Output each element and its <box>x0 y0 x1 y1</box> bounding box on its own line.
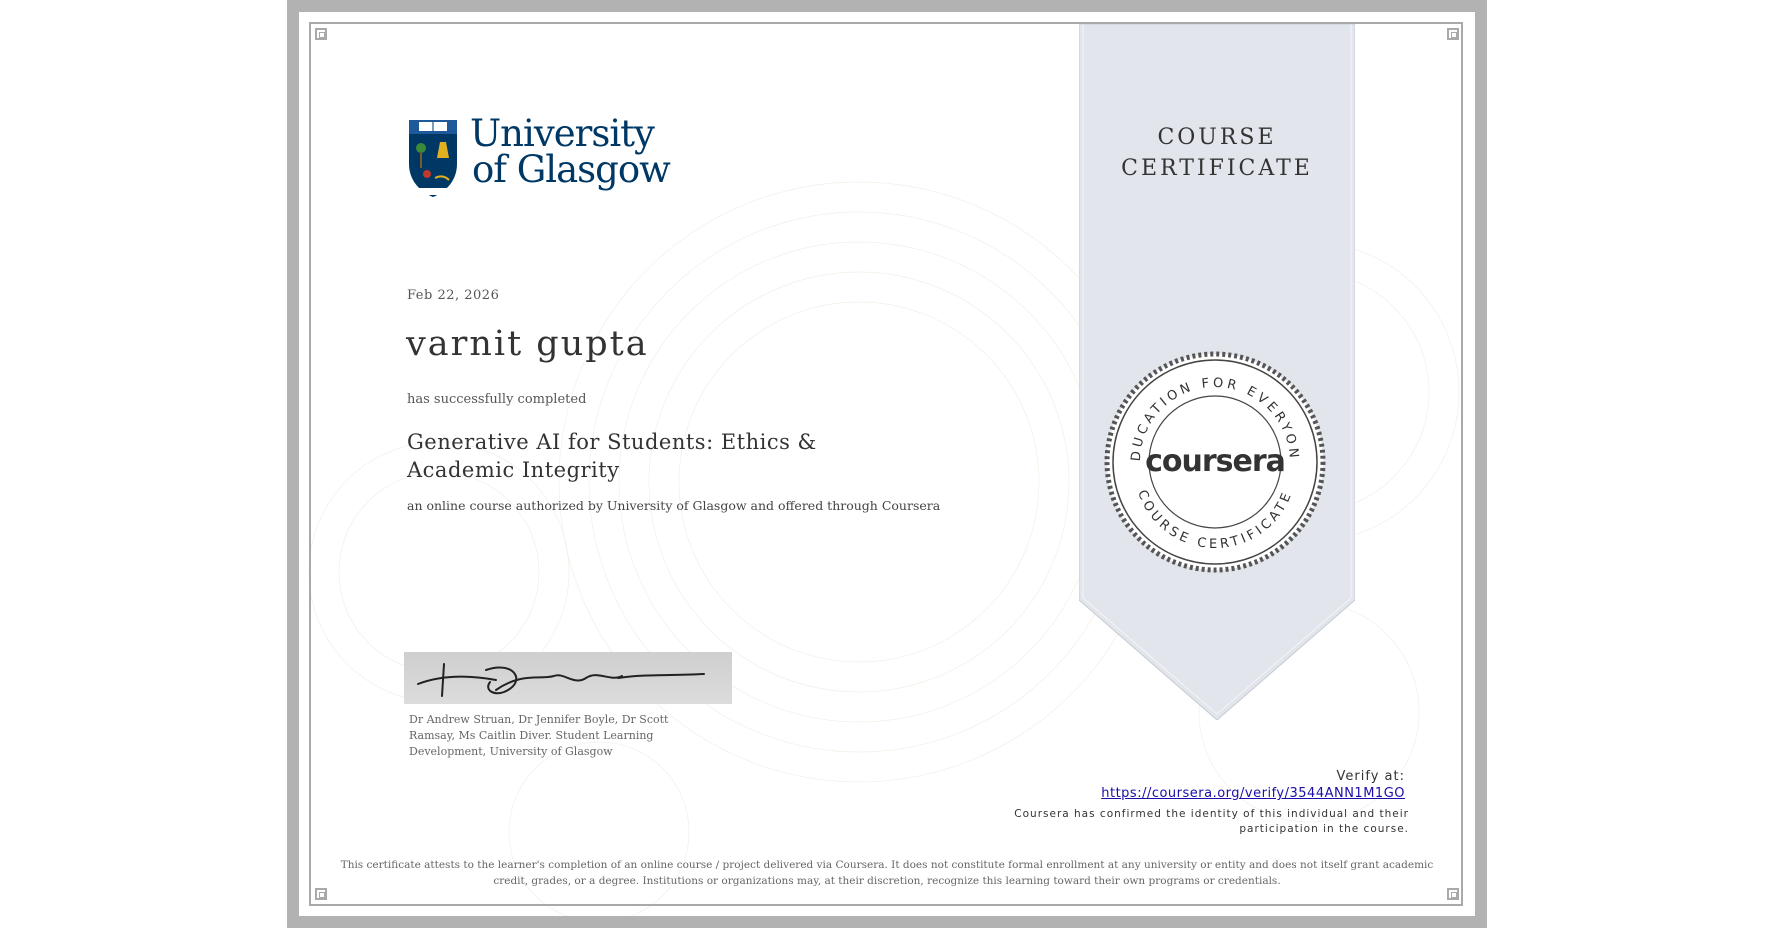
corner-ornament-top-left <box>315 28 327 40</box>
disclaimer-text: This certificate attests to the learner'… <box>340 859 1434 887</box>
signature-scribble <box>417 663 705 697</box>
completed-text: has successfully completed <box>407 392 587 407</box>
identity-confirmation: Coursera has confirmed the identity of t… <box>1014 808 1409 835</box>
corner-ornament-top-right <box>1447 28 1459 40</box>
university-crest-icon <box>409 120 457 197</box>
verify-label: Verify at: <box>1336 769 1405 784</box>
university-wordmark-line-2: of Glasgow <box>472 148 671 191</box>
corner-ornament-bottom-left <box>315 888 327 900</box>
seal-coursera-wordmark: coursera <box>1145 444 1286 479</box>
authorization-text: an online course authorized by Universit… <box>407 498 941 513</box>
signer-names: Dr Andrew Struan, Dr Jennifer Boyle, Dr … <box>409 713 669 758</box>
verify-link[interactable]: https://coursera.org/verify/3544ANN1M1GO <box>1101 786 1405 801</box>
recipient-name: varnit gupta <box>406 324 649 364</box>
completion-date: Feb 22, 2026 <box>407 288 500 303</box>
certificate-frame: University of Glasgow Feb 22, 2026 varni… <box>287 0 1487 928</box>
certificate-page: University of Glasgow Feb 22, 2026 varni… <box>299 12 1475 916</box>
university-wordmark: University of Glasgow <box>470 112 671 191</box>
ribbon-title-line-1: COURSE <box>1157 125 1277 150</box>
course-certificate-title: COURSE CERTIFICATE <box>1079 122 1355 184</box>
course-title: Generative AI for Students: Ethics & Aca… <box>407 430 817 482</box>
ribbon-title-line-2: CERTIFICATE <box>1121 156 1313 181</box>
signature-image <box>404 652 732 704</box>
corner-ornament-bottom-right <box>1447 888 1459 900</box>
university-wordmark-line-1: University <box>470 112 655 155</box>
